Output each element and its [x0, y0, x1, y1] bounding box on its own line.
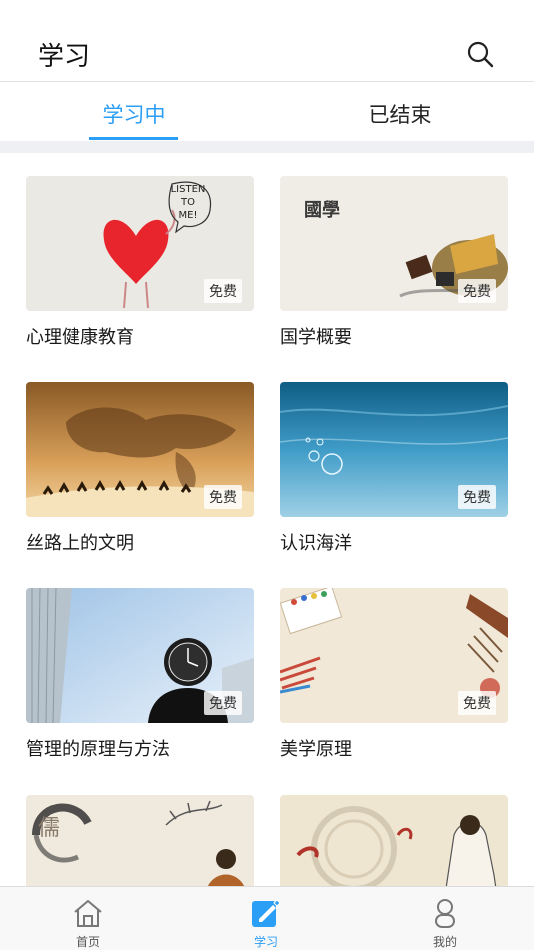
thumb-text-line: ME!: [179, 210, 198, 221]
tabbar-label: 我的: [432, 935, 457, 949]
page-title: 学习: [38, 42, 91, 72]
course-thumbnail: 儒: [26, 795, 254, 886]
free-badge: 免费: [458, 485, 496, 509]
tab-finished[interactable]: 已结束: [310, 99, 490, 129]
course-title: 丝路上的文明: [26, 533, 134, 554]
course-grid: LISTEN TO ME! 免费 心理健康教育 國學 免费 国学概要 免费 丝路…: [0, 153, 534, 886]
course-thumbnail: [280, 795, 508, 886]
thumb-text-line: 國學: [304, 200, 340, 221]
course-card[interactable]: 儒: [26, 795, 254, 886]
course-card[interactable]: 免费 认识海洋: [280, 382, 508, 555]
course-card[interactable]: 免费 美学原理: [280, 588, 508, 761]
thumb-text-line: LISTEN: [171, 184, 206, 195]
tabbar-label: 首页: [75, 935, 100, 949]
thumb-text-line: TO: [180, 197, 195, 208]
search-icon[interactable]: [466, 40, 494, 68]
thumb-text-line: 儒: [38, 816, 60, 841]
course-title: 美学原理: [280, 739, 352, 760]
user-icon: [435, 899, 455, 928]
course-card[interactable]: 國學 免费 国学概要: [280, 176, 508, 349]
home-icon: [74, 900, 102, 927]
course-thumbnail: 免费: [280, 588, 508, 723]
course-title: 管理的原理与方法: [26, 739, 170, 760]
course-thumbnail: 免费: [280, 382, 508, 517]
free-badge: 免费: [204, 279, 242, 303]
tabbar-item-me[interactable]: 我的: [385, 887, 505, 950]
free-badge: 免费: [204, 691, 242, 715]
free-badge: 免费: [204, 485, 242, 509]
course-thumbnail: 免费: [26, 382, 254, 517]
course-title: 心理健康教育: [26, 327, 134, 348]
bottom-tab-bar: 首页 学习 我的: [0, 886, 534, 950]
free-badge: 免费: [458, 279, 496, 303]
course-title: 国学概要: [280, 327, 352, 348]
tabbar-label: 学习: [253, 935, 278, 949]
course-title: 认识海洋: [280, 533, 352, 554]
app-header: 学习: [0, 0, 534, 82]
course-thumbnail: 國學 免费: [280, 176, 508, 311]
tab-studying[interactable]: 学习中: [44, 99, 224, 129]
course-card[interactable]: LISTEN TO ME! 免费 心理健康教育: [26, 176, 254, 349]
course-card[interactable]: 免费 丝路上的文明: [26, 382, 254, 555]
course-thumbnail: 免费: [26, 588, 254, 723]
tabbar-item-home[interactable]: 首页: [28, 887, 148, 950]
course-card[interactable]: 免费 管理的原理与方法: [26, 588, 254, 761]
active-tab-indicator: [89, 137, 178, 140]
status-tabs: 学习中 已结束: [0, 83, 534, 141]
course-card[interactable]: [280, 795, 508, 886]
course-thumbnail: LISTEN TO ME! 免费: [26, 176, 254, 311]
tabbar-item-study[interactable]: 学习: [206, 887, 326, 950]
pencil-icon: [252, 899, 281, 927]
section-divider: [0, 141, 534, 153]
free-badge: 免费: [458, 691, 496, 715]
